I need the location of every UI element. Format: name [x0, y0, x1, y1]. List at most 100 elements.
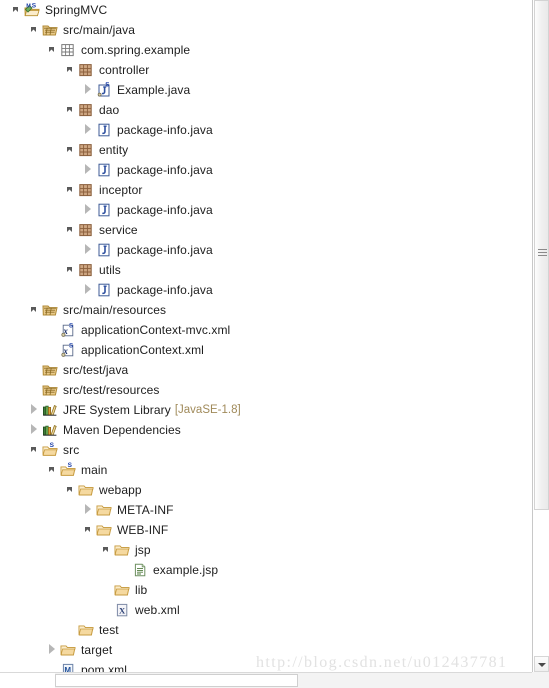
- tree-item-package-info-java[interactable]: package-info.java: [0, 200, 528, 220]
- tree-item-label: lib: [135, 583, 148, 597]
- vertical-scrollbar-thumb[interactable]: [534, 0, 549, 510]
- folder-svn-icon: S: [42, 442, 60, 458]
- tree-item-test[interactable]: test: [0, 620, 528, 640]
- expander-open-icon[interactable]: [28, 440, 42, 460]
- expander-open-icon[interactable]: [64, 100, 78, 120]
- library-icon: [42, 422, 60, 438]
- tree-item-label: applicationContext-mvc.xml: [81, 323, 231, 337]
- horizontal-scrollbar[interactable]: [0, 672, 549, 688]
- horizontal-scrollbar-thumb[interactable]: [55, 674, 298, 687]
- expander-open-icon[interactable]: [64, 260, 78, 280]
- vertical-scrollbar[interactable]: [532, 0, 549, 672]
- expander-open-icon[interactable]: [64, 180, 78, 200]
- tree-item-package-info-java[interactable]: package-info.java: [0, 240, 528, 260]
- tree-item-label: JRE System Library: [63, 403, 171, 417]
- tree-item-label: example.jsp: [153, 563, 219, 577]
- expander-open-icon[interactable]: [82, 520, 96, 540]
- expander-closed-icon[interactable]: [28, 420, 42, 440]
- expander-open-icon[interactable]: [64, 220, 78, 240]
- expander-open-icon[interactable]: [46, 40, 60, 60]
- tree-item-web-xml[interactable]: Xweb.xml: [0, 600, 528, 620]
- xml-file-icon: X: [114, 602, 132, 618]
- tree-item-package-info-java[interactable]: package-info.java: [0, 280, 528, 300]
- package-empty-icon: [60, 42, 78, 58]
- tree-item-src-test-java[interactable]: src/test/java: [0, 360, 528, 380]
- svg-text:S: S: [69, 342, 73, 349]
- tree-item-src-test-resources[interactable]: src/test/resources: [0, 380, 528, 400]
- tree-item-lib[interactable]: lib: [0, 580, 528, 600]
- expander-closed-icon[interactable]: [82, 80, 96, 100]
- tree-item-controller[interactable]: controller: [0, 60, 528, 80]
- expander-open-icon[interactable]: [64, 60, 78, 80]
- expander-closed-icon[interactable]: [28, 400, 42, 420]
- expander-open-icon[interactable]: [64, 140, 78, 160]
- expander-closed-icon[interactable]: [82, 120, 96, 140]
- expander-open-icon[interactable]: [46, 460, 60, 480]
- expander-open-icon[interactable]: [28, 20, 42, 40]
- tree-item-label: package-info.java: [117, 123, 213, 137]
- tree-item-jsp[interactable]: jsp: [0, 540, 528, 560]
- tree-item-pom-xml[interactable]: Mpom.xml: [0, 660, 528, 672]
- tree-item-label: jsp: [135, 543, 151, 557]
- tree-item-meta-inf[interactable]: META-INF: [0, 500, 528, 520]
- tree-item-com-spring-example[interactable]: com.spring.example: [0, 40, 528, 60]
- expander-closed-icon[interactable]: [46, 640, 60, 660]
- expander-closed-icon[interactable]: [82, 160, 96, 180]
- xml-spring-file-icon: xS: [60, 322, 78, 338]
- tree-item-label: src: [63, 443, 80, 457]
- svg-text:S: S: [68, 462, 73, 469]
- tree-item-suffix: [JavaSE-1.8]: [174, 404, 241, 416]
- tree-item-src-main-resources[interactable]: src/main/resources: [0, 300, 528, 320]
- tree-item-dao[interactable]: dao: [0, 100, 528, 120]
- tree-item-inceptor[interactable]: inceptor: [0, 180, 528, 200]
- tree-item-applicationcontext-mvc-xml[interactable]: x SapplicationContext-mvc.xml: [0, 320, 528, 340]
- tree-item-maven-dependencies[interactable]: Maven Dependencies: [0, 420, 528, 440]
- tree-item-target[interactable]: target: [0, 640, 528, 660]
- tree-item-label: src/main/java: [63, 23, 135, 37]
- tree-item-package-info-java[interactable]: package-info.java: [0, 160, 528, 180]
- expander-open-icon[interactable]: [100, 540, 114, 560]
- tree-item-main[interactable]: Smain: [0, 460, 528, 480]
- tree-item-service[interactable]: service: [0, 220, 528, 240]
- tree-item-label: package-info.java: [117, 203, 213, 217]
- tree-item-example-jsp[interactable]: example.jsp: [0, 560, 528, 580]
- tree-item-webapp[interactable]: webapp: [0, 480, 528, 500]
- package-explorer-tree[interactable]: M S SpringMVC src/main/java com.spring.examp…: [0, 0, 528, 672]
- tree-item-src-main-java[interactable]: src/main/java: [0, 20, 528, 40]
- tree-item-example-java[interactable]: S Example.java: [0, 80, 528, 100]
- library-icon: [42, 402, 60, 418]
- tree-item-entity[interactable]: entity: [0, 140, 528, 160]
- expander-placeholder: [46, 340, 60, 360]
- expander-open-icon[interactable]: [28, 300, 42, 320]
- expander-closed-icon[interactable]: [82, 280, 96, 300]
- vertical-scrollbar-track[interactable]: [534, 510, 549, 655]
- horizontal-scrollbar-track-left[interactable]: [0, 673, 55, 688]
- tree-item-label: src/main/resources: [63, 303, 167, 317]
- tree-item-springmvc[interactable]: M S SpringMVC: [0, 0, 528, 20]
- tree-item-package-info-java[interactable]: package-info.java: [0, 120, 528, 140]
- tree-item-utils[interactable]: utils: [0, 260, 528, 280]
- tree-item-label: inceptor: [99, 183, 143, 197]
- tree-item-label: SpringMVC: [45, 3, 108, 17]
- tree-item-label: META-INF: [117, 503, 174, 517]
- tree-item-src[interactable]: Ssrc: [0, 440, 528, 460]
- expander-closed-icon[interactable]: [82, 500, 96, 520]
- expander-closed-icon[interactable]: [82, 240, 96, 260]
- scroll-down-button[interactable]: [534, 656, 549, 672]
- tree-item-web-inf[interactable]: WEB-INF: [0, 520, 528, 540]
- expander-closed-icon[interactable]: [82, 200, 96, 220]
- expander-open-icon[interactable]: [10, 0, 24, 20]
- expander-open-icon[interactable]: [64, 480, 78, 500]
- tree-item-label: dao: [99, 103, 120, 117]
- svg-text:X: X: [119, 605, 126, 615]
- tree-item-jre-system-library[interactable]: JRE System Library [JavaSE-1.8]: [0, 400, 528, 420]
- tree-item-applicationcontext-xml[interactable]: x SapplicationContext.xml: [0, 340, 528, 360]
